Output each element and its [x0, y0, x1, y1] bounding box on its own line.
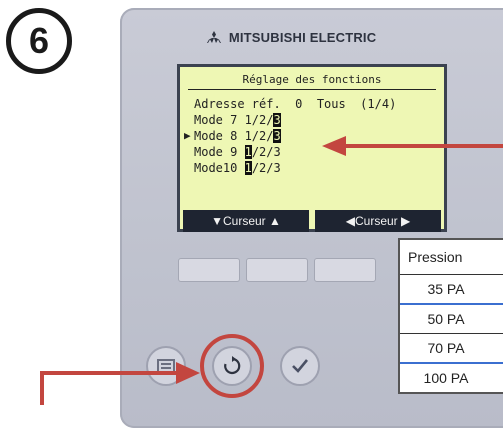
table-header: Pression: [408, 249, 463, 265]
arrow-head-left-icon: [322, 136, 346, 156]
lcd-softkey-bar: ▼Curseur ▲ ◀Curseur ▶: [177, 210, 447, 232]
lcd-row-selected-value: 1: [244, 145, 252, 159]
lcd-row-selected-value: 3: [273, 129, 281, 143]
callout-arrow-horizontal: [40, 371, 182, 375]
lcd-row-value: 0 Tous (1/4): [295, 97, 397, 111]
arrow-head-right-icon: [176, 362, 200, 384]
lcd-row-value: /2/3: [251, 161, 281, 175]
pressure-table: Pression 35 PA 50 PA 70 PA 100 PA: [398, 238, 503, 394]
lcd-row-label: Mode 9: [194, 145, 245, 159]
table-row: 70 PA: [400, 333, 503, 362]
step-number: 6: [28, 20, 50, 61]
table-row: 35 PA: [400, 274, 503, 303]
return-button[interactable]: [212, 346, 252, 386]
lcd-row-mode10[interactable]: Mode10 1/2/3: [194, 161, 281, 175]
table-row: 100 PA: [400, 362, 503, 392]
cursor-left-right-softkey: ◀Curseur ▶: [315, 210, 441, 232]
lcd-row-label: Mode10: [194, 161, 245, 175]
lcd-row-selected-value: 3: [273, 113, 281, 127]
callout-arrow-lcd: [342, 144, 503, 148]
lcd-row-mode8[interactable]: Mode 8 1/2/3: [194, 129, 281, 143]
lcd-row-mode7[interactable]: Mode 7 1/2/3: [194, 113, 281, 127]
table-row: 50 PA: [400, 303, 503, 333]
brand-header: MITSUBISHI ELECTRIC: [207, 30, 407, 45]
lcd-title: Réglage des fonctions: [188, 73, 436, 90]
function-button-3[interactable]: [314, 258, 376, 282]
check-icon: [292, 359, 309, 373]
function-button-1[interactable]: [178, 258, 240, 282]
lcd-row-value: /2/3: [251, 145, 281, 159]
lcd-row-label: Mode 7 1/2/: [194, 113, 274, 127]
lcd-row-address: Adresse réf. 0 Tous (1/4): [194, 97, 396, 111]
step-number-badge: 6: [6, 8, 72, 74]
lcd-screen: Réglage des fonctions Adresse réf. 0 Tou…: [177, 64, 447, 232]
callout-arrow-vertical: [40, 373, 44, 405]
lcd-row-label: Adresse réf.: [194, 97, 281, 111]
brand-name: MITSUBISHI ELECTRIC: [228, 30, 377, 45]
cursor-up-down-softkey: ▼Curseur ▲: [183, 210, 309, 232]
confirm-button[interactable]: [280, 346, 320, 386]
lcd-row-mode9[interactable]: Mode 9 1/2/3: [194, 145, 281, 159]
return-icon: [224, 356, 241, 375]
mitsubishi-logo-icon: [207, 31, 221, 43]
lcd-row-label: Mode 8 1/2/: [194, 129, 274, 143]
function-button-2[interactable]: [246, 258, 308, 282]
lcd-cursor: ▶: [184, 129, 191, 142]
lcd-row-selected-value: 1: [244, 161, 252, 175]
